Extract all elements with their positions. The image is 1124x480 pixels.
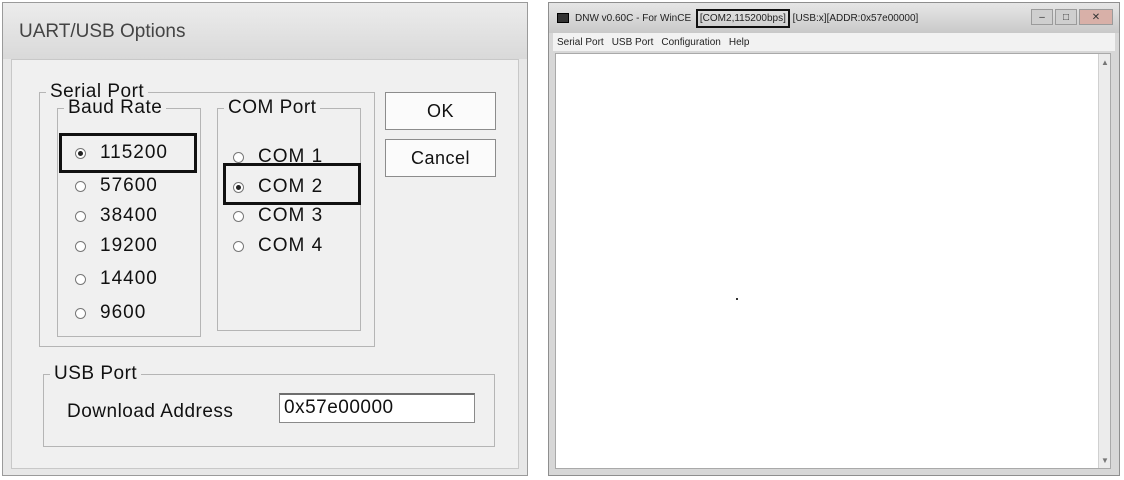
vertical-scrollbar[interactable]: ▲ ▼ bbox=[1098, 54, 1110, 468]
title-app-name: DNW v0.60C - For WinCE bbox=[575, 13, 692, 24]
download-address-field[interactable]: 0x57e00000 bbox=[279, 393, 475, 423]
baud-label: 19200 bbox=[100, 235, 158, 256]
menu-configuration[interactable]: Configuration bbox=[661, 37, 720, 48]
menu-serial-port[interactable]: Serial Port bbox=[557, 37, 604, 48]
title-com-status: [COM2,115200bps] bbox=[695, 9, 790, 28]
baud-label: 14400 bbox=[100, 268, 158, 289]
baud-label: 9600 bbox=[100, 302, 147, 323]
radio-icon[interactable] bbox=[75, 307, 86, 319]
scroll-down-icon[interactable]: ▼ bbox=[1099, 454, 1111, 466]
usb-port-legend: USB Port bbox=[54, 363, 138, 384]
window-title-bar: DNW v0.60C - For WinCE [COM2,115200bps] … bbox=[549, 3, 1119, 33]
radio-icon[interactable] bbox=[233, 210, 244, 222]
radio-icon[interactable] bbox=[233, 240, 244, 252]
com-radio-3[interactable]: COM 3 bbox=[233, 202, 323, 230]
maximize-icon[interactable]: □ bbox=[1055, 9, 1077, 25]
dnw-window: DNW v0.60C - For WinCE [COM2,115200bps] … bbox=[548, 2, 1120, 476]
dialog-title: UART/USB Options bbox=[19, 21, 186, 42]
baud-label: 38400 bbox=[100, 205, 158, 226]
dialog-title-bar: UART/USB Options bbox=[3, 3, 527, 59]
text-cursor bbox=[736, 298, 738, 300]
cancel-button[interactable]: Cancel bbox=[385, 139, 496, 177]
terminal-area[interactable]: ▲ ▼ bbox=[555, 53, 1111, 469]
scroll-up-icon[interactable]: ▲ bbox=[1099, 56, 1111, 68]
radio-icon[interactable] bbox=[75, 210, 86, 222]
highlight-box-baud bbox=[59, 133, 197, 173]
baud-label: 57600 bbox=[100, 175, 158, 196]
baud-radio-9600[interactable]: 9600 bbox=[75, 299, 146, 327]
baud-radio-38400[interactable]: 38400 bbox=[75, 202, 158, 230]
window-title: DNW v0.60C - For WinCE [COM2,115200bps] … bbox=[575, 9, 919, 28]
uart-usb-options-dialog: UART/USB Options Serial Port Baud Rate 1… bbox=[2, 2, 528, 476]
menu-usb-port[interactable]: USB Port bbox=[612, 37, 654, 48]
highlight-box-com bbox=[223, 163, 361, 205]
app-icon bbox=[557, 13, 569, 23]
radio-icon[interactable] bbox=[75, 180, 86, 192]
baud-radio-19200[interactable]: 19200 bbox=[75, 232, 158, 260]
baud-radio-14400[interactable]: 14400 bbox=[75, 265, 158, 293]
radio-icon[interactable] bbox=[75, 273, 86, 285]
radio-icon[interactable] bbox=[233, 151, 244, 163]
title-usb-status: [USB:x][ADDR:0x57e00000] bbox=[792, 13, 919, 24]
close-icon[interactable]: ✕ bbox=[1079, 9, 1113, 25]
menu-bar: Serial Port USB Port Configuration Help bbox=[553, 33, 1115, 51]
com-label: COM 3 bbox=[258, 205, 324, 226]
menu-help[interactable]: Help bbox=[729, 37, 750, 48]
radio-icon[interactable] bbox=[75, 240, 86, 252]
window-controls: – □ ✕ bbox=[1031, 9, 1113, 25]
baud-radio-57600[interactable]: 57600 bbox=[75, 172, 158, 200]
baud-rate-legend: Baud Rate bbox=[68, 97, 163, 118]
com-label: COM 4 bbox=[258, 235, 324, 256]
com-port-legend: COM Port bbox=[228, 97, 317, 118]
ok-button[interactable]: OK bbox=[385, 92, 496, 130]
download-address-label: Download Address bbox=[67, 401, 234, 422]
minimize-icon[interactable]: – bbox=[1031, 9, 1053, 25]
com-radio-4[interactable]: COM 4 bbox=[233, 232, 323, 260]
